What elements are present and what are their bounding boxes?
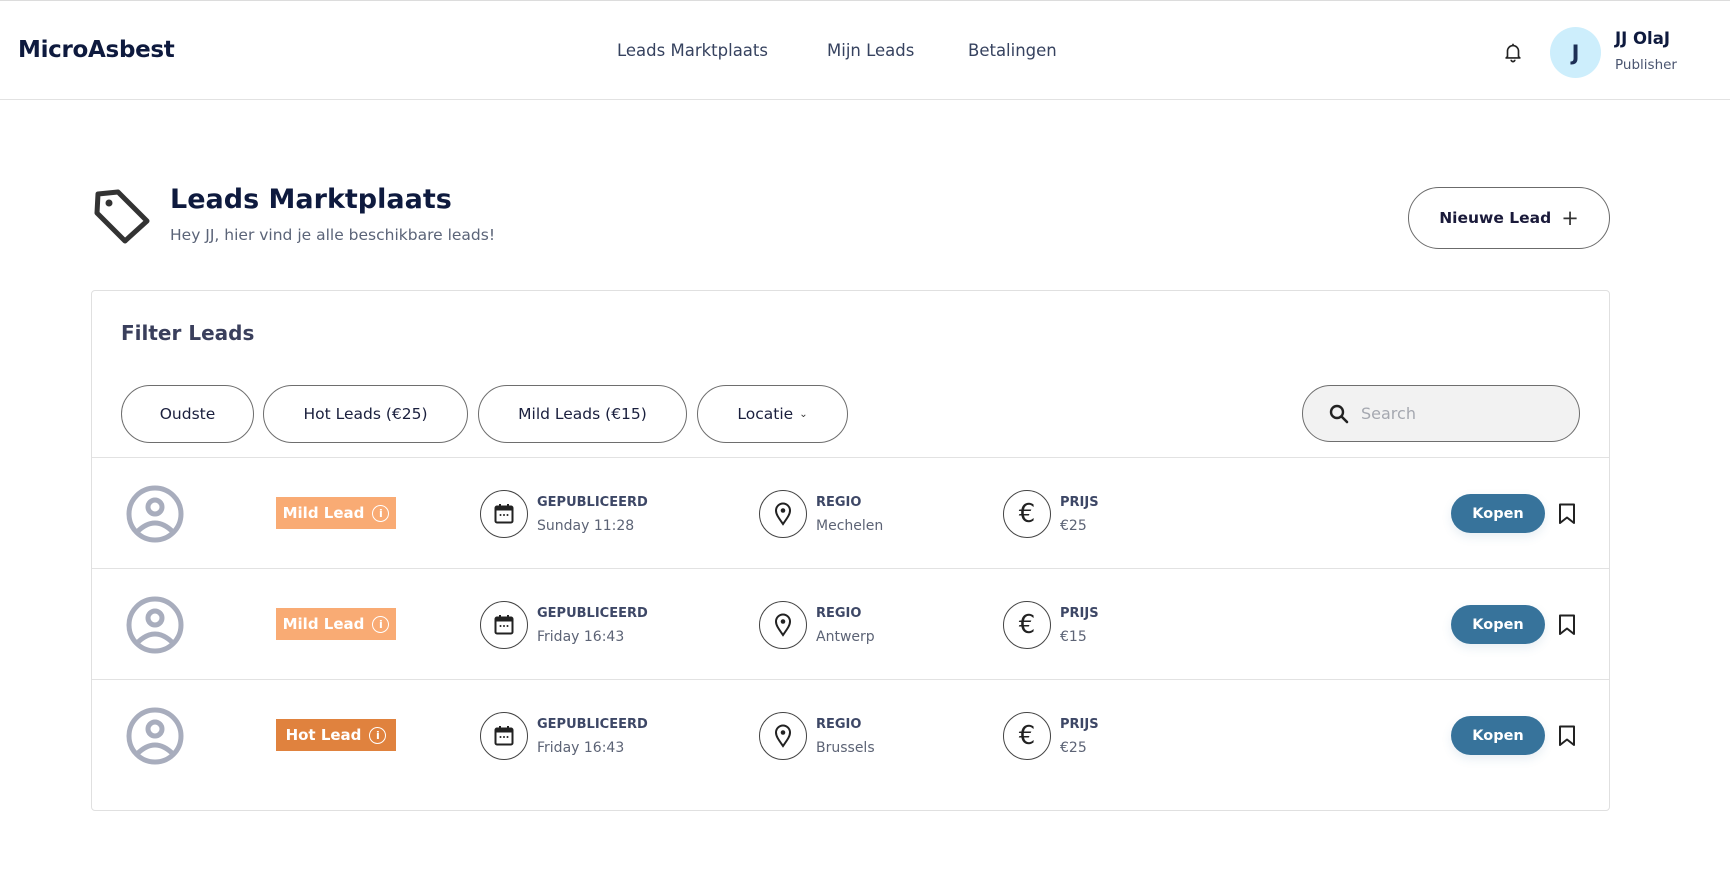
user-avatar[interactable]: J	[1550, 27, 1601, 78]
euro-icon-circle: €	[1003, 490, 1051, 538]
location-icon-circle	[759, 712, 807, 760]
buy-button[interactable]: Kopen	[1451, 605, 1545, 644]
leads-list: Mild Lead i GEPUBLICEERD Sunday 11:28 RE…	[92, 457, 1609, 790]
lead-type-label: Mild Lead	[282, 504, 365, 522]
region-label: REGIO	[816, 606, 862, 621]
price-label: PRIJS	[1060, 606, 1099, 621]
filter-mild-leads[interactable]: Mild Leads (€15)	[478, 385, 687, 443]
filter-oudste-label: Oudste	[159, 405, 216, 423]
euro-icon-circle: €	[1003, 601, 1051, 649]
region-label: REGIO	[816, 717, 862, 732]
price-label: PRIJS	[1060, 495, 1099, 510]
published-label: GEPUBLICEERD	[537, 495, 648, 510]
filter-oudste[interactable]: Oudste	[121, 385, 254, 443]
euro-icon: €	[1018, 610, 1036, 640]
filter-mild-leads-label: Mild Leads (€15)	[518, 405, 647, 423]
region-label: REGIO	[816, 495, 862, 510]
location-pin-icon	[774, 613, 792, 637]
new-lead-button[interactable]: Nieuwe Lead +	[1408, 187, 1610, 249]
price-label: PRIJS	[1060, 717, 1099, 732]
euro-icon: €	[1018, 499, 1036, 529]
filter-hot-leads[interactable]: Hot Leads (€25)	[263, 385, 468, 443]
lead-type-badge[interactable]: Mild Lead i	[276, 608, 396, 640]
region-value: Brussels	[816, 740, 875, 756]
user-placeholder-icon	[126, 596, 184, 654]
published-label: GEPUBLICEERD	[537, 606, 648, 621]
nav-mijn-leads[interactable]: Mijn Leads	[827, 41, 914, 60]
published-value: Friday 16:43	[537, 740, 625, 756]
search-input[interactable]	[1361, 404, 1561, 423]
nav-betalingen[interactable]: Betalingen	[968, 41, 1057, 60]
user-name: JJ OlaJ	[1615, 29, 1670, 48]
filter-locatie-label: Locatie	[737, 405, 794, 423]
euro-icon: €	[1018, 721, 1036, 751]
info-icon[interactable]: i	[372, 615, 390, 633]
calendar-icon	[494, 504, 514, 524]
nav-leads-marktplaats[interactable]: Leads Marktplaats	[617, 41, 768, 60]
search-box[interactable]	[1302, 385, 1580, 442]
location-icon-circle	[759, 490, 807, 538]
new-lead-label: Nieuwe Lead	[1439, 209, 1552, 227]
price-value: €15	[1060, 629, 1087, 645]
filter-locatie-dropdown[interactable]: Locatie ⌄	[697, 385, 848, 443]
lead-row: Mild Lead i GEPUBLICEERD Friday 16:43 RE…	[92, 568, 1609, 679]
bell-icon[interactable]	[1502, 41, 1524, 63]
lead-type-label: Mild Lead	[282, 615, 365, 633]
plus-icon: +	[1561, 206, 1579, 230]
search-icon	[1329, 404, 1349, 423]
region-value: Mechelen	[816, 518, 884, 534]
user-role: Publisher	[1615, 57, 1677, 73]
location-icon-circle	[759, 601, 807, 649]
calendar-icon-circle	[480, 490, 528, 538]
lead-row: Mild Lead i GEPUBLICEERD Sunday 11:28 RE…	[92, 457, 1609, 568]
filter-title: Filter Leads	[121, 321, 255, 345]
lead-row: Hot Lead i GEPUBLICEERD Friday 16:43 REG…	[92, 679, 1609, 790]
calendar-icon	[494, 726, 514, 746]
info-icon[interactable]: i	[369, 726, 387, 744]
location-pin-icon	[774, 724, 792, 748]
calendar-icon-circle	[480, 712, 528, 760]
chevron-down-icon: ⌄	[799, 408, 808, 420]
user-placeholder-icon	[126, 707, 184, 765]
lead-type-badge[interactable]: Mild Lead i	[276, 497, 396, 529]
page-subtitle: Hey JJ, hier vind je alle beschikbare le…	[170, 226, 496, 244]
app-logo[interactable]: MicroAsbest	[18, 37, 175, 63]
region-value: Antwerp	[816, 629, 875, 645]
published-value: Friday 16:43	[537, 629, 625, 645]
calendar-icon	[494, 615, 514, 635]
published-value: Sunday 11:28	[537, 518, 635, 534]
published-label: GEPUBLICEERD	[537, 717, 648, 732]
user-placeholder-icon	[126, 485, 184, 543]
location-pin-icon	[774, 502, 792, 526]
page-title: Leads Marktplaats	[170, 184, 452, 215]
buy-button[interactable]: Kopen	[1451, 494, 1545, 533]
calendar-icon-circle	[480, 601, 528, 649]
price-value: €25	[1060, 518, 1087, 534]
bookmark-icon[interactable]	[1558, 725, 1576, 747]
bookmark-icon[interactable]	[1558, 614, 1576, 636]
price-value: €25	[1060, 740, 1087, 756]
buy-button[interactable]: Kopen	[1451, 716, 1545, 755]
info-icon[interactable]: i	[372, 504, 390, 522]
top-navbar: MicroAsbest Leads Marktplaats Mijn Leads…	[0, 1, 1730, 100]
filter-leads-card: Filter Leads Oudste Hot Leads (€25) Mild…	[91, 290, 1610, 811]
lead-type-badge[interactable]: Hot Lead i	[276, 719, 396, 751]
bookmark-icon[interactable]	[1558, 503, 1576, 525]
filter-hot-leads-label: Hot Leads (€25)	[303, 405, 428, 423]
tag-icon	[94, 189, 150, 244]
euro-icon-circle: €	[1003, 712, 1051, 760]
lead-type-label: Hot Lead	[285, 726, 362, 744]
